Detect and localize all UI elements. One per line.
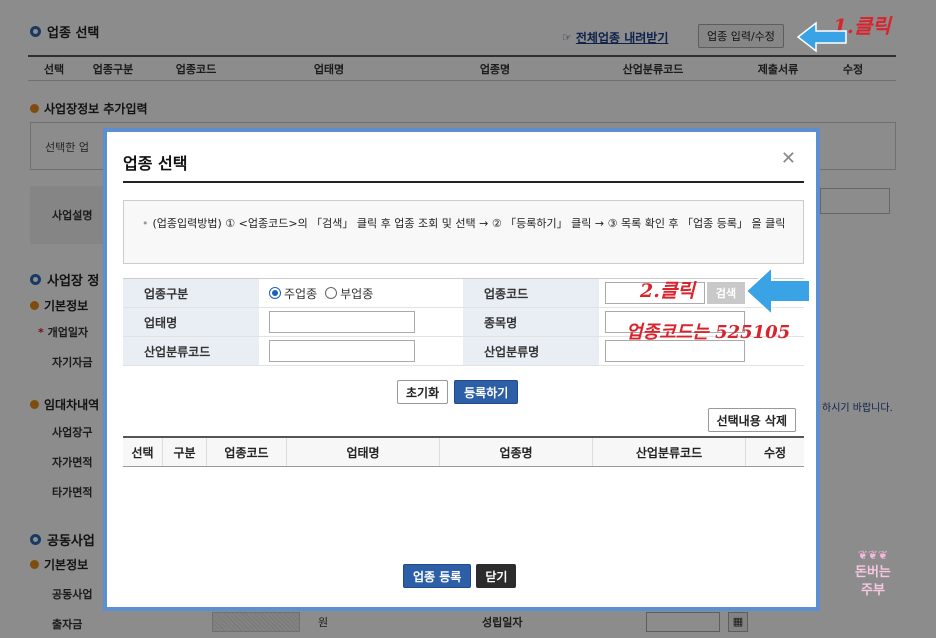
notice-bullet-icon: • (142, 217, 149, 230)
item-name-label: 종목명 (463, 308, 599, 336)
type-radios: 주업종 부업종 (259, 279, 463, 307)
biz-name-input[interactable] (269, 311, 415, 333)
industry-select-modal: 업종 선택 ✕ • (업종입력방법) ① <업종코드>의 「검색」 클릭 후 업종… (103, 128, 820, 611)
submit-industry-button[interactable]: 업종 등록 (403, 564, 472, 588)
register-button[interactable]: 등록하기 (454, 380, 519, 404)
type-label: 업종구분 (123, 279, 259, 307)
code-label: 업종코드 (463, 279, 599, 307)
notice-text: (업종입력방법) ① <업종코드>의 「검색」 클릭 후 업종 조회 및 선택 … (152, 217, 786, 230)
arrow-left-icon-step2 (744, 264, 811, 318)
industry-name-label: 산업분류명 (463, 337, 599, 365)
reset-button[interactable]: 초기화 (397, 380, 449, 404)
th-industry-code: 산업분류코드 (593, 438, 746, 466)
modal-table-header: 선택 구분 업종코드 업태명 업종명 산업분류코드 수정 (123, 436, 804, 467)
modal-title: 업종 선택 (123, 154, 188, 173)
industry-code-cell (259, 337, 463, 365)
radio-main-industry[interactable]: 주업종 (269, 285, 317, 302)
biz-name-label: 업태명 (123, 308, 259, 336)
title-divider (123, 181, 804, 183)
th-code: 업종코드 (207, 438, 287, 466)
annotation-code-hint: 업종코드는 525105 (626, 322, 791, 343)
watermark-line-1: 돈버는 (855, 565, 891, 580)
watermark-line-2: 주부 (860, 583, 885, 598)
annotation-step2: 2.클릭 (640, 280, 695, 302)
radio-checked-icon[interactable] (269, 287, 281, 299)
radio-sub-industry[interactable]: 부업종 (325, 285, 373, 302)
th-type: 구분 (163, 438, 207, 466)
close-icon[interactable]: ✕ (781, 148, 796, 169)
radio-sub-label: 부업종 (340, 286, 374, 301)
delete-selected-button[interactable]: 선택내용 삭제 (707, 408, 796, 432)
search-button[interactable]: 검색 (707, 282, 745, 304)
input-method-notice: • (업종입력방법) ① <업종코드>의 「검색」 클릭 후 업종 조회 및 선택… (123, 200, 804, 264)
th-edit: 수정 (763, 445, 787, 460)
biz-name-cell (259, 308, 463, 336)
th-item-name: 업종명 (440, 438, 593, 466)
arrow-left-icon-step1 (796, 21, 847, 53)
crown-ornament-icon: ❦❦❦ (857, 548, 889, 562)
form-actions: 초기화 등록하기 (397, 380, 519, 404)
radio-unchecked-icon[interactable] (325, 287, 338, 299)
close-button[interactable]: 닫기 (476, 564, 517, 588)
modal-footer-actions: 업종 등록 닫기 (403, 564, 517, 588)
th-select: 선택 (123, 438, 163, 466)
industry-class-code-input[interactable] (269, 340, 415, 362)
industry-code-label: 산업분류코드 (123, 337, 259, 365)
watermark: ❦❦❦ 돈버는 주부 (855, 546, 891, 600)
form-row-1: 업종구분 주업종 부업종 업종코드 검색 (123, 279, 804, 308)
th-biz-name: 업태명 (287, 438, 440, 466)
radio-main-label: 주업종 (284, 286, 318, 301)
